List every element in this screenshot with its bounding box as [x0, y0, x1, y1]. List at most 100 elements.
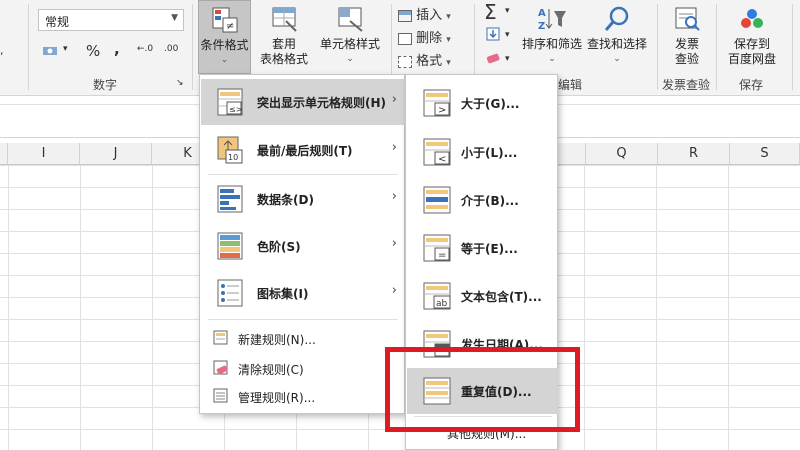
chevron-right-icon: ›	[391, 140, 397, 155]
chevron-down-icon: ▼	[171, 13, 178, 23]
fill-icon[interactable]	[486, 27, 500, 45]
manage-rules-icon	[213, 388, 229, 404]
greater-than-label: 大于(G)...	[461, 97, 520, 111]
data-bars-icon	[217, 185, 243, 213]
delete-cells-button[interactable]: 删除 ▾	[398, 27, 462, 46]
invoice-check-label-1: 发票	[674, 37, 699, 51]
save-to-baidu-label-2: 百度网盘	[727, 52, 776, 66]
chevron-down-icon: ▾	[446, 35, 451, 45]
find-select-label: 查找和选择	[586, 37, 647, 51]
insert-cells-button[interactable]: 插入 ▾	[398, 4, 462, 23]
svg-text:10: 10	[228, 153, 238, 162]
icon-sets-icon	[217, 279, 243, 307]
column-header-j[interactable]: J	[80, 143, 152, 165]
chevron-right-icon: ›	[391, 92, 397, 107]
menu-item-clear-rules[interactable]: 清除规则(C)	[201, 355, 405, 381]
equal-to-label: 等于(E)...	[461, 242, 518, 256]
menu-item-manage-rules[interactable]: 管理规则(R)...	[201, 383, 405, 409]
ribbon-separator	[192, 4, 193, 90]
menu-item-data-bars[interactable]: 数据条(D) ›	[201, 176, 405, 222]
chevron-right-icon: ›	[391, 189, 397, 204]
clear-rules-icon	[213, 360, 229, 376]
less-than-label: 小于(L)...	[461, 146, 518, 160]
svg-text:ab: ab	[436, 299, 448, 309]
menu-item-top-bottom-rules[interactable]: 10 最前/最后规则(T) ›	[201, 127, 405, 173]
submenu-item-text-contains[interactable]: ab 文本包含(T)...	[407, 273, 558, 319]
invoice-group-label: 发票查验	[661, 78, 710, 92]
column-header-r[interactable]: R	[658, 143, 730, 165]
conditional-format-label: 条件格式	[200, 38, 249, 52]
increase-decimal-button[interactable]: ←.0	[137, 44, 153, 54]
equal-to-icon: =	[423, 234, 451, 262]
ribbon-separator	[716, 4, 717, 90]
text-contains-icon: ab	[423, 282, 451, 310]
invoice-check-button[interactable]: 发票 查验	[662, 0, 712, 70]
submenu-item-less-than[interactable]: < 小于(L)...	[407, 129, 558, 175]
ribbon-separator	[28, 4, 29, 90]
save-group-label: 保存	[738, 78, 763, 92]
currency-format-icon[interactable]	[42, 44, 60, 62]
insert-label: 插入	[416, 8, 443, 23]
format-as-table-button[interactable]: 套用 表格格式	[255, 0, 313, 74]
sort-filter-label: 排序和筛选	[521, 37, 582, 51]
currency-chevron-icon[interactable]: ▾	[63, 44, 68, 54]
svg-text:≤>: ≤>	[229, 105, 242, 114]
color-scales-icon	[217, 232, 243, 260]
submenu-item-greater-than[interactable]: > 大于(G)...	[407, 80, 558, 126]
menu-separator	[208, 319, 398, 320]
data-bars-label: 数据条(D)	[257, 193, 314, 207]
clear-eraser-icon[interactable]	[486, 52, 500, 68]
chevron-down-icon[interactable]: ▾	[505, 6, 510, 16]
find-select-button[interactable]: 查找和选择 ⌄	[586, 0, 648, 74]
format-cells-button[interactable]: 格式 ▾	[398, 50, 462, 69]
svg-text:=: =	[438, 250, 446, 261]
new-rule-label: 新建规则(N)...	[238, 333, 316, 347]
cell-styles-button[interactable]: 单元格样式 ⌄	[315, 0, 385, 74]
conditional-format-button[interactable]: ≠ 条件格式 ⌄	[198, 0, 251, 74]
insert-cells-icon	[398, 9, 412, 22]
menu-item-new-rule[interactable]: 新建规则(N)...	[201, 325, 405, 351]
menu-item-color-scales[interactable]: 色阶(S) ›	[201, 223, 405, 269]
decrease-decimal-button[interactable]: .00	[164, 44, 178, 54]
svg-text:≠: ≠	[226, 21, 234, 32]
ribbon-separator	[657, 4, 658, 90]
top-bottom-rules-icon: 10	[217, 136, 243, 164]
column-header-s[interactable]: S	[730, 143, 800, 165]
highlight-rules-icon: ≤>	[217, 88, 243, 116]
autosum-icon[interactable]: Σ	[484, 0, 497, 24]
delete-label: 删除	[416, 31, 443, 46]
svg-text:<: <	[438, 154, 446, 165]
ribbon-left-stub: ,	[0, 44, 4, 57]
save-to-baidu-button[interactable]: 保存到 百度网盘	[722, 0, 782, 70]
between-icon	[423, 186, 451, 214]
menu-item-highlight-rules[interactable]: ≤> 突出显示单元格规则(H) ›	[201, 79, 405, 125]
dialog-launcher-icon[interactable]: ↘	[176, 78, 184, 88]
comma-style-button[interactable]: ,	[114, 40, 120, 58]
delete-cells-icon	[398, 32, 412, 45]
column-header-left[interactable]	[0, 143, 8, 165]
chevron-down-icon: ⌄	[346, 54, 354, 64]
column-header-i[interactable]: I	[8, 143, 80, 165]
invoice-check-label-2: 查验	[674, 52, 699, 66]
save-to-baidu-label-1: 保存到	[733, 37, 770, 51]
conditional-format-icon: ≠	[211, 6, 239, 34]
chevron-down-icon[interactable]: ▾	[505, 54, 510, 64]
highlight-rules-label: 突出显示单元格规则(H)	[257, 96, 387, 110]
submenu-item-equal-to[interactable]: = 等于(E)...	[407, 225, 558, 271]
chevron-down-icon: ▾	[446, 58, 451, 68]
format-label: 格式	[416, 54, 443, 69]
chevron-down-icon[interactable]: ▾	[505, 30, 510, 40]
submenu-item-between[interactable]: 介于(B)...	[407, 177, 558, 223]
chevron-down-icon: ⌄	[613, 54, 621, 64]
number-group-label: 数字	[92, 78, 117, 92]
number-format-dropdown[interactable]: 常规 ▼	[38, 9, 184, 31]
svg-text:>: >	[438, 105, 446, 116]
percent-style-button[interactable]: %	[86, 42, 100, 60]
baidu-netdisk-icon	[738, 5, 766, 33]
menu-separator	[208, 174, 398, 175]
new-rule-icon	[213, 330, 229, 346]
sort-filter-icon: AZ	[537, 5, 567, 33]
menu-item-icon-sets[interactable]: 图标集(I) ›	[201, 270, 405, 316]
column-header-q[interactable]: Q	[586, 143, 658, 165]
sort-filter-button[interactable]: AZ 排序和筛选 ⌄	[520, 0, 584, 74]
